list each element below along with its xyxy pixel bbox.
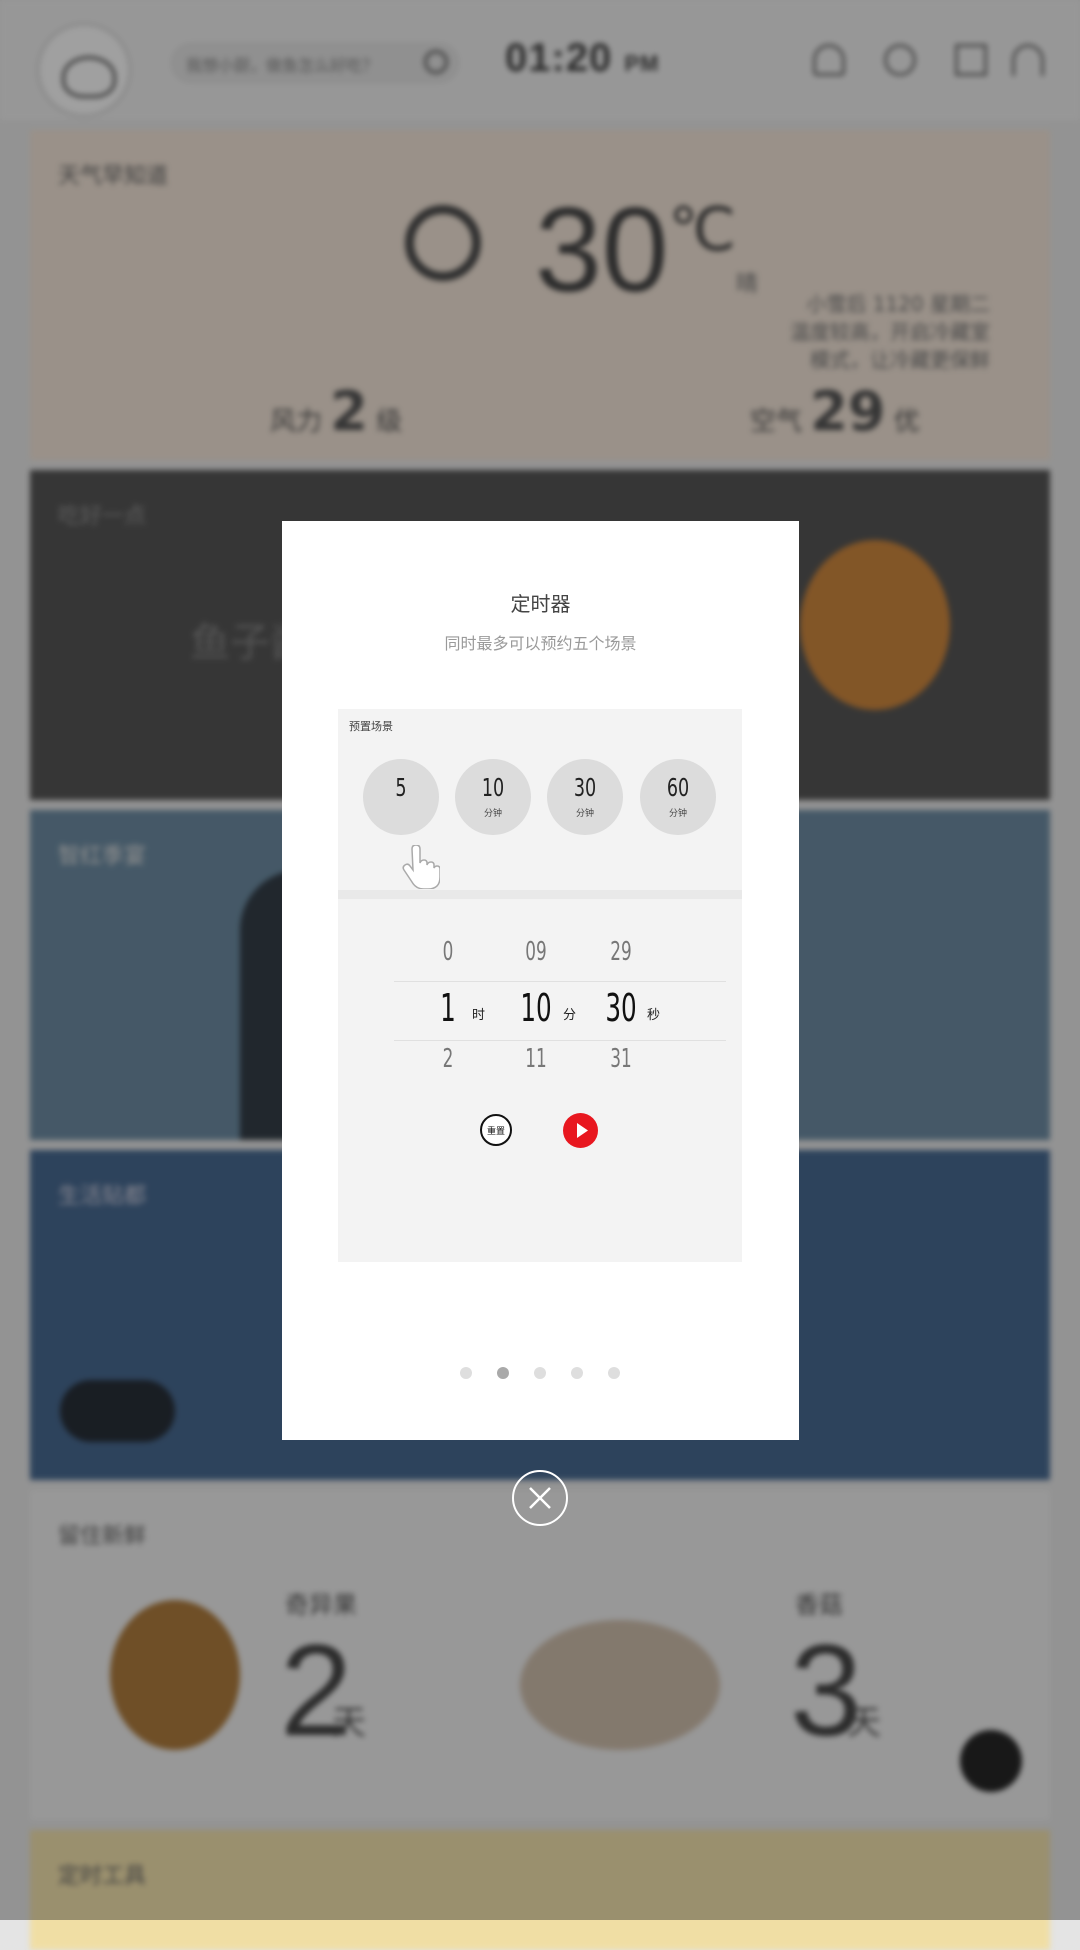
preset-unit: 分钟 [668,809,687,819]
page-dot-1[interactable] [460,1367,472,1379]
reset-label: 重置 [486,1127,505,1137]
page-dot-5[interactable] [608,1367,620,1379]
minute-next[interactable]: 11 [514,1044,557,1074]
hour-prev[interactable]: 0 [426,937,469,967]
reset-button[interactable]: 重置 [480,1114,512,1146]
preset-60-button[interactable]: 60 分钟 [640,759,716,835]
minute-prev[interactable]: 09 [514,937,557,967]
preset-label: 预置场景 [349,720,393,733]
panel-divider [338,890,742,899]
second-unit: 秒 [647,1008,661,1023]
preset-value: 10 [481,773,505,802]
close-button[interactable] [512,1470,568,1526]
close-icon [529,1487,551,1509]
minute-unit: 分 [563,1008,577,1023]
page-dot-4[interactable] [571,1367,583,1379]
hand-pointer-icon [402,845,440,889]
second-selected[interactable]: 30 [599,986,642,1030]
second-next[interactable]: 31 [599,1044,642,1074]
preset-value: 60 [666,773,690,802]
modal-title: 定时器 [510,592,571,616]
preset-5-button[interactable]: 5 [363,759,440,889]
wheel-highlight-bottom [394,1040,726,1041]
preset-value: 5 [395,773,407,802]
minute-selected[interactable]: 10 [514,986,557,1030]
hour-selected[interactable]: 1 [426,986,469,1030]
play-icon [577,1123,588,1138]
page-dot-2[interactable] [497,1367,509,1379]
wheel-highlight-top [394,981,726,982]
preset-value: 30 [573,773,597,802]
preset-10-button[interactable]: 10 分钟 [455,759,531,835]
start-button[interactable] [563,1113,598,1148]
hour-next[interactable]: 2 [426,1044,469,1074]
timer-panel: 预置场景 5 10 分钟 30 分钟 60 分钟 0 1 时 2 09 10 分… [338,709,742,1262]
modal-subtitle: 同时最多可以预约五个场景 [444,634,637,653]
preset-unit: 分钟 [575,809,594,819]
preset-unit: 分钟 [483,809,502,819]
page-dot-3[interactable] [534,1367,546,1379]
preset-30-button[interactable]: 30 分钟 [547,759,623,835]
second-prev[interactable]: 29 [599,937,642,967]
hour-unit: 时 [472,1008,486,1023]
page-indicator [282,1367,799,1381]
timer-modal: 定时器 同时最多可以预约五个场景 预置场景 5 10 分钟 30 分钟 60 分… [282,521,799,1440]
